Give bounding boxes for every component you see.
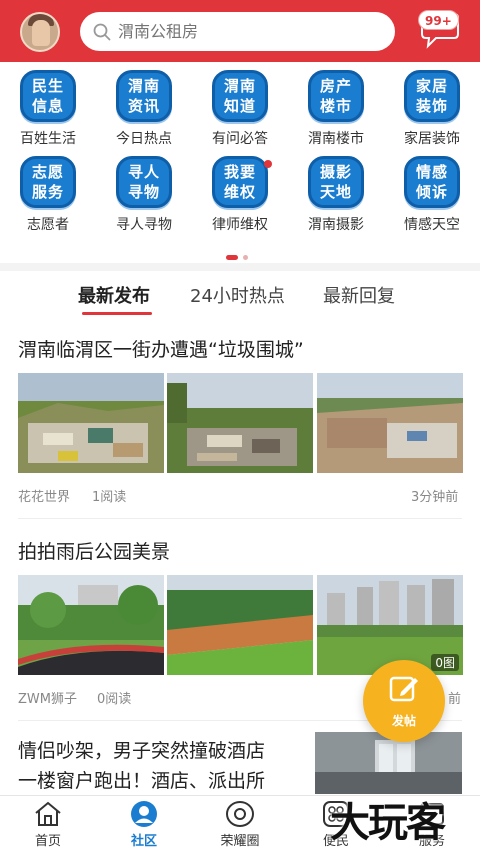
post-title[interactable]: 拍拍雨后公园美景: [18, 537, 170, 564]
post-image[interactable]: [18, 373, 164, 473]
search-icon: [93, 23, 111, 45]
category-tile: 寻人 寻物: [116, 156, 172, 208]
feed-tabs: 最新发布 24小时热点 最新回复: [0, 272, 480, 318]
nav-label: 社区: [130, 834, 157, 849]
message-badge: 99+: [418, 10, 459, 30]
post-author: 花花世界: [18, 490, 71, 505]
new-post-button[interactable]: 发帖: [363, 660, 445, 742]
category-item[interactable]: 寻人 寻物 寻人寻物: [96, 148, 192, 240]
nav-home[interactable]: 首页: [0, 796, 96, 853]
search-bar[interactable]: [80, 12, 395, 51]
category-label: 情感天空: [404, 217, 460, 233]
category-label: 志愿者: [27, 217, 69, 233]
post-title-line[interactable]: 情侣吵架，男子突然撞破酒店: [18, 736, 265, 763]
category-tile: 渭南 知道: [212, 70, 268, 122]
category-item[interactable]: 情感 倾诉 情感天空: [384, 148, 480, 240]
category-label: 家居装饰: [404, 131, 460, 147]
post-title[interactable]: 渭南临渭区一街办遭遇“垃圾围城”: [18, 335, 304, 362]
category-item[interactable]: 我要 维权 律师维权: [192, 148, 288, 240]
message-button[interactable]: 99+: [416, 10, 462, 50]
category-label: 今日热点: [116, 131, 172, 147]
post-image[interactable]: [315, 732, 462, 794]
tab-latest-reply[interactable]: 最新回复: [323, 282, 395, 308]
nav-label: 荣耀圈: [220, 834, 260, 849]
post-time: 3分钟前: [411, 490, 459, 505]
community-icon: [131, 801, 157, 827]
nav-label: 首页: [34, 834, 61, 849]
category-label: 有问必答: [212, 131, 268, 147]
category-tile: 渭南 资讯: [116, 70, 172, 122]
page-dot: [243, 255, 248, 260]
page-dot-active: [226, 255, 238, 260]
post-author: ZWM狮子: [18, 692, 77, 707]
home-icon: [35, 801, 61, 826]
image-count-badge: 0图: [431, 654, 459, 671]
active-tab-indicator: [82, 312, 152, 315]
category-tile: 家居 装饰: [404, 70, 460, 122]
new-post-label: 发帖: [391, 714, 416, 728]
notification-dot: [264, 160, 272, 168]
category-label: 渭南楼市: [308, 131, 364, 147]
category-tile: 情感 倾诉: [404, 156, 460, 208]
category-item[interactable]: 民生 信息 百姓生活: [0, 62, 96, 154]
category-tile: 我要 维权: [212, 156, 268, 208]
post-image[interactable]: 0图: [317, 575, 463, 675]
nav-honor-circle[interactable]: 荣耀圈: [192, 796, 288, 853]
category-item[interactable]: 渭南 资讯 今日热点: [96, 62, 192, 154]
search-input[interactable]: [118, 12, 383, 51]
category-item[interactable]: 家居 装饰 家居装饰: [384, 62, 480, 154]
post-image[interactable]: [167, 373, 313, 473]
category-label: 寻人寻物: [116, 217, 172, 233]
category-tile: 志愿 服务: [20, 156, 76, 208]
category-item[interactable]: 志愿 服务 志愿者: [0, 148, 96, 240]
category-label: 百姓生活: [20, 131, 76, 147]
avatar[interactable]: [20, 12, 60, 52]
post-image[interactable]: [167, 575, 313, 675]
post-divider: [18, 518, 462, 519]
tab-24h-hot[interactable]: 24小时热点: [190, 282, 285, 308]
category-item[interactable]: 渭南 知道 有问必答: [192, 62, 288, 154]
post-image[interactable]: [18, 575, 164, 675]
post-title-line[interactable]: 一楼窗户跑出！酒店、派出所: [18, 766, 265, 793]
watermark: 大玩客: [330, 800, 446, 846]
tab-latest[interactable]: 最新发布: [78, 282, 150, 308]
category-label: 渭南摄影: [308, 217, 364, 233]
top-header: 99+: [0, 0, 480, 62]
edit-icon: [389, 674, 419, 708]
category-tile: 房产 楼市: [308, 70, 364, 122]
category-label: 律师维权: [212, 217, 268, 233]
avatar-face: [32, 20, 50, 46]
post-reads: 1阅读: [92, 490, 127, 505]
post-time: 前: [448, 692, 462, 707]
circle-icon: [226, 801, 254, 827]
post-reads: 0阅读: [97, 692, 132, 707]
category-item[interactable]: 房产 楼市 渭南楼市: [288, 62, 384, 154]
page-indicator: [226, 245, 253, 264]
category-item[interactable]: 摄影 天地 渭南摄影: [288, 148, 384, 240]
nav-community[interactable]: 社区: [96, 796, 192, 853]
category-grid: 民生 信息 百姓生活 渭南 资讯 今日热点 渭南 知道 有问必答 房产 楼市 渭…: [0, 62, 480, 262]
section-divider: [0, 263, 480, 271]
post-image[interactable]: [317, 373, 463, 473]
category-tile: 摄影 天地: [308, 156, 364, 208]
category-tile: 民生 信息: [20, 70, 76, 122]
